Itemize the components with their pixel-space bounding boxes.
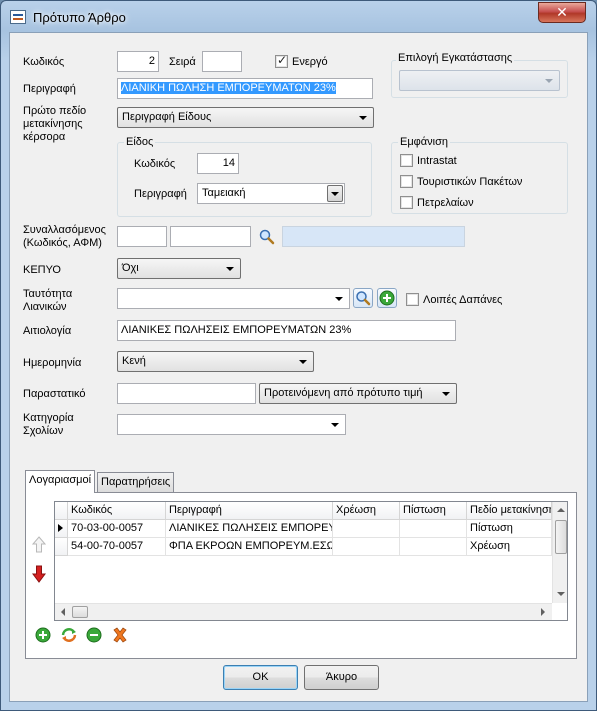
move-down-icon[interactable] [32, 565, 46, 583]
grid-horizontal-scrollbar[interactable] [55, 603, 552, 620]
grid-cell-field[interactable]: Πίστωση [467, 520, 552, 538]
vertical-scroll-thumb[interactable] [555, 520, 567, 554]
retail-id-search-button[interactable] [353, 288, 373, 308]
dialog-window: Πρότυπο Άρθρο ✕ Κωδικός 2 Σειρά Ενεργό Ε… [0, 0, 597, 711]
date-label: Ημερομηνία [23, 357, 82, 369]
magnifier-icon [356, 291, 371, 306]
col-header-debit[interactable]: Χρέωση [333, 502, 400, 520]
description-field[interactable]: ΛΙΑΝΙΚΗ ΠΩΛΗΣΗ ΕΜΠΟΡΕΥΜΑΤΩΝ 23% [117, 78, 373, 99]
current-row-arrow-icon [58, 524, 63, 532]
display-group-title: Εμφάνιση [398, 136, 451, 149]
petroleum-checkbox[interactable] [400, 196, 413, 209]
row-indicator[interactable] [55, 538, 68, 556]
tourist-packages-label: Τουριστικών Πακέτων [417, 176, 523, 188]
trader-name-field [282, 226, 465, 247]
dialog-body: Κωδικός 2 Σειρά Ενεργό Επιλογή Εγκατάστα… [9, 32, 588, 702]
other-expenses-checkbox[interactable] [406, 293, 419, 306]
installation-label: Επιλογή Εγκατάστασης [396, 52, 515, 65]
series-field[interactable] [202, 51, 242, 72]
grid-corner [55, 502, 68, 520]
grid-cell-code[interactable]: 70-03-00-0057 [68, 520, 166, 538]
horizontal-scroll-thumb[interactable] [72, 606, 88, 618]
move-up-icon[interactable] [31, 536, 47, 554]
kind-code-label: Κωδικός [134, 158, 176, 170]
reason-field[interactable]: ΛΙΑΝΙΚΕΣ ΠΩΛΗΣΕΙΣ ΕΜΠΟΡΕΥΜΑΤΩΝ 23% [117, 320, 456, 341]
window-title: Πρότυπο Άρθρο [33, 10, 126, 25]
add-row-icon[interactable] [35, 627, 51, 643]
col-header-credit[interactable]: Πίστωση [400, 502, 467, 520]
retail-id-select[interactable] [117, 288, 350, 309]
date-select[interactable]: Κενή [117, 351, 314, 372]
col-header-description[interactable]: Περιγραφή [166, 502, 333, 520]
app-icon [10, 10, 26, 24]
document-label: Παραστατικό [23, 388, 86, 400]
intrastat-checkbox[interactable] [400, 154, 413, 167]
petroleum-label: Πετρελαίων [417, 197, 474, 209]
plus-icon [379, 290, 395, 306]
col-header-code[interactable]: Κωδικός [68, 502, 166, 520]
scroll-down-icon [557, 592, 565, 596]
kind-group-title: Είδος [124, 136, 156, 149]
ok-button[interactable]: OK [223, 665, 298, 690]
grid-cell-debit[interactable] [333, 538, 400, 556]
first-field-select[interactable]: Περιγραφή Είδους [117, 107, 374, 128]
refresh-icon[interactable] [60, 627, 78, 643]
first-field-label: Πρώτο πεδίο μετακίνησης κέρσορα [23, 105, 87, 143]
retail-id-label: Ταυτότητα Λιανικών [23, 288, 73, 313]
active-label: Ενεργό [292, 56, 328, 68]
code-label: Κωδικός [23, 56, 65, 68]
document-field[interactable] [117, 383, 256, 404]
remove-row-icon[interactable] [86, 627, 102, 643]
trader-afm-field[interactable] [170, 226, 251, 247]
cancel-button[interactable]: Άκυρο [304, 665, 379, 690]
active-checkbox[interactable] [275, 53, 288, 68]
installation-select [399, 70, 560, 91]
kind-description-label: Περιγραφή [134, 188, 187, 200]
grid-cell-description[interactable]: ΦΠΑ ΕΚΡΟΩΝ ΕΜΠΟΡΕΥΜ.ΕΣΩΤΕ [166, 538, 333, 556]
grid-cell-credit[interactable] [400, 520, 467, 538]
comment-category-select[interactable] [117, 414, 346, 435]
tab-accounts[interactable]: Λογαριασμοί [25, 470, 96, 493]
kind-description-select[interactable]: Ταμειακή [197, 183, 345, 204]
tourist-packages-checkbox[interactable] [400, 175, 413, 188]
retail-id-add-button[interactable] [377, 288, 397, 308]
kepyo-label: ΚΕΠΥΟ [23, 264, 61, 276]
series-label: Σειρά [169, 56, 196, 68]
reason-label: Αιτιολογία [23, 325, 72, 337]
delete-icon[interactable] [112, 627, 128, 643]
description-label: Περιγραφή [23, 83, 76, 95]
grid-cell-description[interactable]: ΛΙΑΝΙΚΕΣ ΠΩΛΗΣΕΙΣ ΕΜΠΟΡΕΥΜ [166, 520, 333, 538]
grid-vertical-scrollbar[interactable] [552, 502, 567, 603]
search-icon[interactable] [259, 229, 275, 245]
scroll-right-icon [541, 608, 545, 616]
kind-code-field[interactable]: 14 [197, 153, 239, 174]
grid-cell-credit[interactable] [400, 538, 467, 556]
intrastat-label: Intrastat [417, 155, 457, 167]
row-indicator[interactable] [55, 520, 68, 538]
code-field[interactable]: 2 [117, 51, 159, 72]
grid-cell-debit[interactable] [333, 520, 400, 538]
other-expenses-label: Λοιπές Δαπάνες [423, 294, 503, 306]
trader-label: Συναλλασόμενος (Κωδικός, ΑΦΜ) [23, 224, 106, 249]
close-button[interactable]: ✕ [538, 2, 586, 23]
scroll-up-icon [557, 508, 565, 512]
scroll-left-icon [61, 608, 65, 616]
document-option-select[interactable]: Προτεινόμενη από πρότυπο τιμή [259, 383, 457, 404]
col-header-field[interactable]: Πεδίο μετακίνηση [467, 502, 552, 520]
kind-group: Είδος [117, 136, 372, 217]
trader-code-field[interactable] [117, 226, 167, 247]
accounts-grid: Κωδικός Περιγραφή Χρέωση Πίστωση Πεδίο μ… [54, 501, 568, 621]
title-bar[interactable]: Πρότυπο Άρθρο ✕ [1, 1, 596, 33]
comment-category-label: Κατηγορία Σχολίων [23, 412, 74, 437]
grid-cell-field[interactable]: Χρέωση [467, 538, 552, 556]
tab-notes[interactable]: Παρατηρήσεις [97, 472, 175, 492]
grid-cell-code[interactable]: 54-00-70-0057 [68, 538, 166, 556]
kepyo-select[interactable]: Όχι [117, 258, 241, 279]
